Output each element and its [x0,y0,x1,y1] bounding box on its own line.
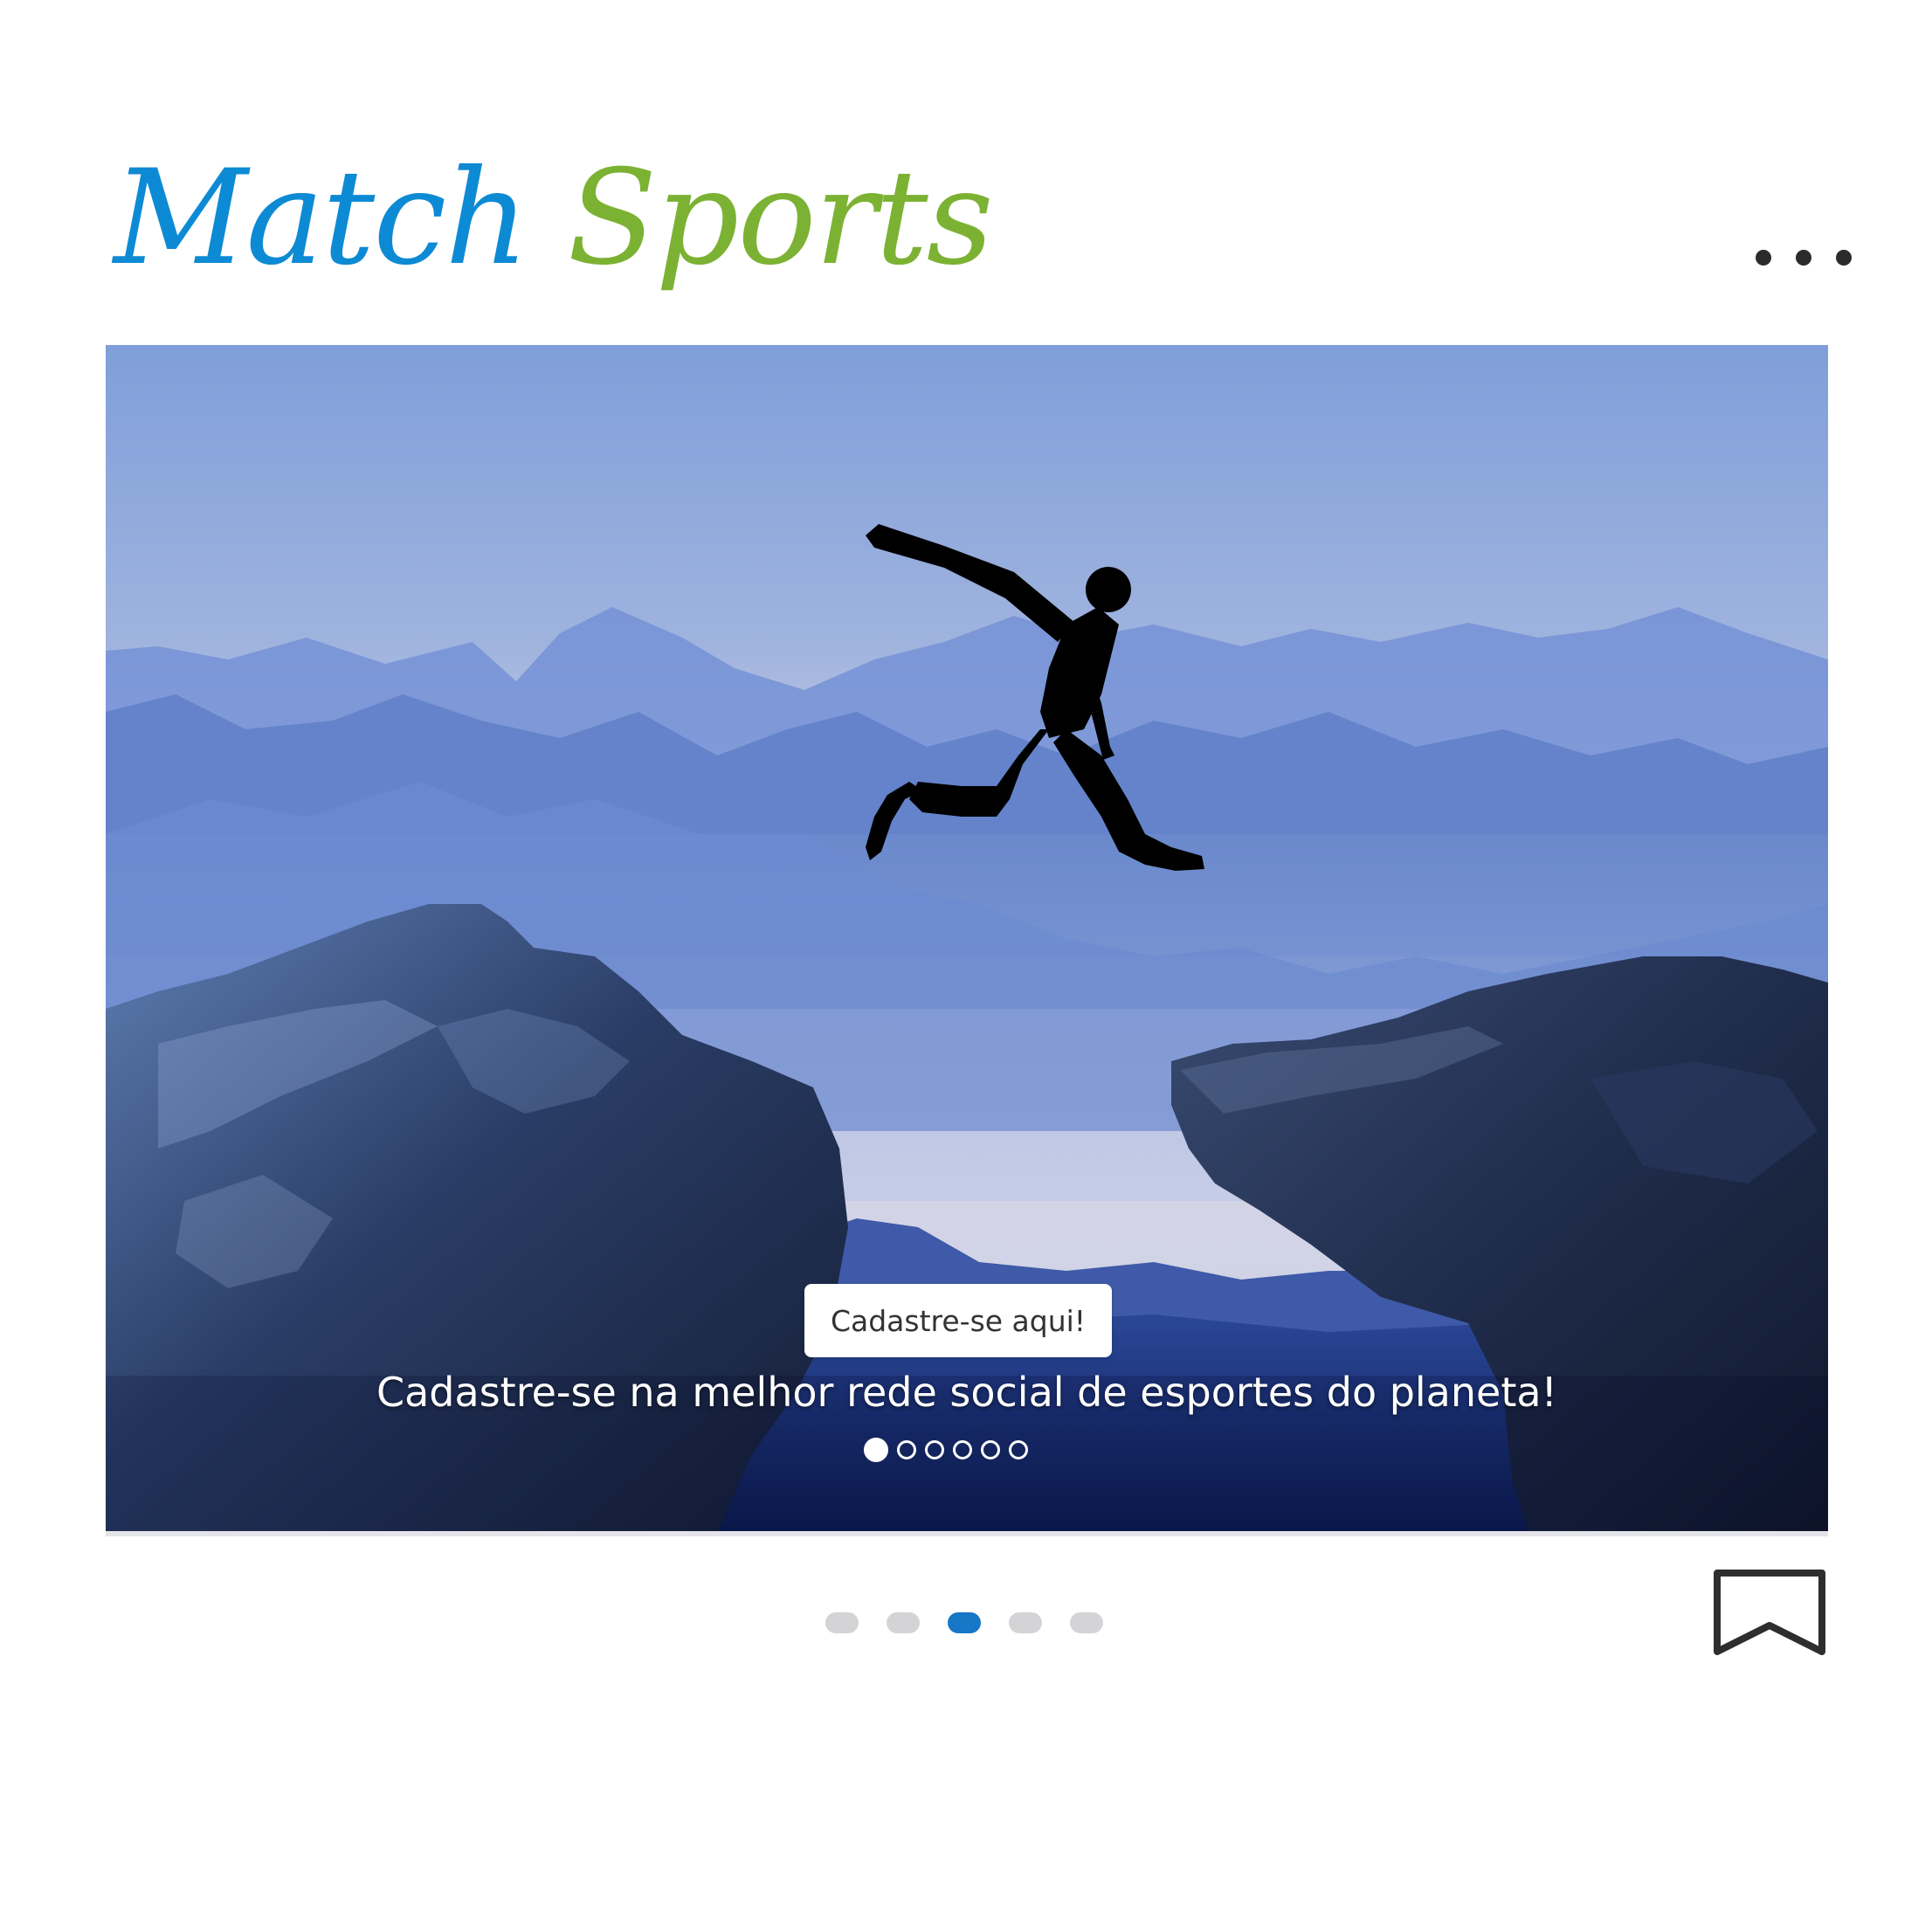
more-dot [1836,250,1852,266]
inner-slide-dot[interactable] [953,1440,972,1459]
post-caption: Cadastre-se na melhor rede social de esp… [376,1369,1557,1416]
pager-dot[interactable] [887,1612,920,1633]
pager-dot[interactable] [825,1612,859,1633]
post-divider [106,1531,1828,1536]
logo-word-sports: Sports [567,142,994,294]
carousel-pager [825,1610,1103,1636]
bookmark-icon[interactable] [1710,1566,1829,1659]
more-dot [1756,250,1771,266]
inner-slide-indicators [864,1437,1028,1463]
inner-slide-dot[interactable] [925,1440,944,1459]
instagram-style-post: Match Sports Cadastre-se aqui! Cadastre-… [0,0,1932,1932]
match-sports-logo: Match Sports [114,131,994,306]
inner-slide-dot[interactable] [897,1440,916,1459]
pager-dot[interactable] [1070,1612,1103,1633]
inner-slide-dot[interactable] [1009,1440,1028,1459]
inner-slide-dot[interactable] [981,1440,1000,1459]
pager-dot[interactable] [1009,1612,1042,1633]
more-dot [1796,250,1811,266]
post-image[interactable]: Cadastre-se aqui! Cadastre-se na melhor … [106,345,1828,1533]
logo-word-match: Match [114,142,529,294]
more-options-icon[interactable] [1756,240,1852,275]
pager-dot-active[interactable] [948,1612,981,1633]
signup-button[interactable]: Cadastre-se aqui! [804,1284,1112,1357]
inner-slide-dot-active[interactable] [864,1438,888,1462]
